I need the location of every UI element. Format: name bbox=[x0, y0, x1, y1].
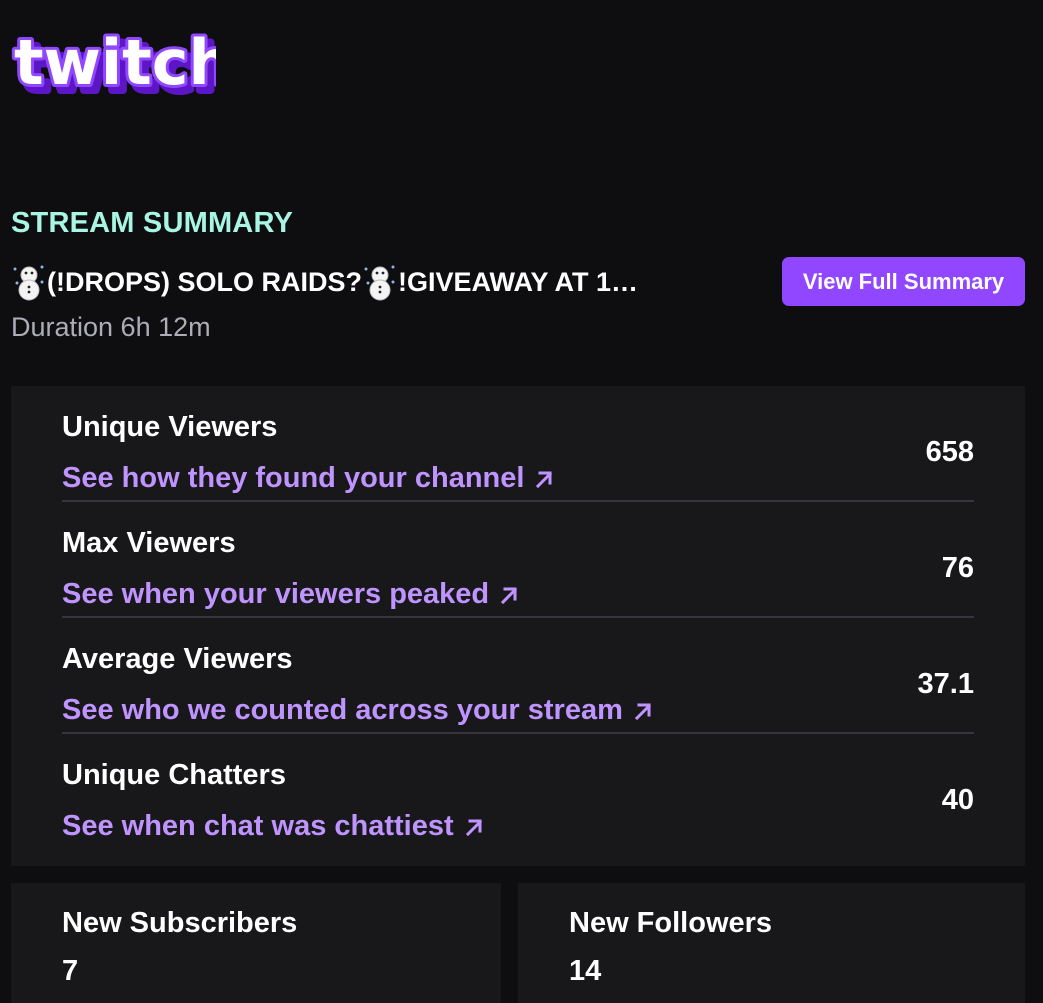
stat-link-label: See how they found your channel bbox=[62, 462, 525, 494]
stat-link-label: See when your viewers peaked bbox=[62, 578, 490, 610]
view-full-summary-button[interactable]: View Full Summary bbox=[782, 257, 1025, 306]
arrow-up-right-icon bbox=[501, 587, 518, 604]
stream-summary-page: twitch twitch STREAM SUMMARY (!DROPS) SO… bbox=[0, 0, 1043, 1003]
stat-link-unique-chatters[interactable]: See when chat was chattiest bbox=[62, 810, 486, 843]
twitch-logo: twitch twitch bbox=[11, 32, 216, 108]
stat-label: Average Viewers bbox=[62, 643, 293, 675]
snowman-icon bbox=[13, 265, 44, 301]
arrow-up-right-icon bbox=[634, 703, 651, 720]
card-value: 14 bbox=[569, 955, 602, 987]
arrow-up-right-icon bbox=[536, 471, 553, 488]
stat-row-unique-chatters: Unique Chatters See when chat was chatti… bbox=[62, 734, 974, 850]
card-value: 7 bbox=[62, 955, 79, 987]
card-label: New Followers bbox=[569, 907, 773, 939]
stat-link-label: See who we counted across your stream bbox=[62, 694, 623, 726]
stat-link-max-viewers[interactable]: See when your viewers peaked bbox=[62, 578, 521, 611]
stat-row-unique-viewers: Unique Viewers See how they found your c… bbox=[62, 386, 974, 502]
stream-title-part-1: (!DROPS) SOLO RAIDS? bbox=[47, 266, 362, 297]
stat-label: Max Viewers bbox=[62, 527, 236, 559]
stream-title-part-2: !GIVEAWAY AT 1… bbox=[398, 266, 639, 297]
stats-card: Unique Viewers See how they found your c… bbox=[11, 386, 1025, 866]
stat-link-unique-viewers[interactable]: See how they found your channel bbox=[62, 462, 556, 495]
stream-title: (!DROPS) SOLO RAIDS? !GIVEAWAY AT 1… bbox=[11, 263, 751, 301]
stream-duration: Duration 6h 12m bbox=[11, 312, 211, 342]
card-label: New Subscribers bbox=[62, 907, 298, 939]
section-title: STREAM SUMMARY bbox=[11, 207, 294, 239]
new-subscribers-card: New Subscribers 7 bbox=[11, 883, 501, 1003]
stat-value: 658 bbox=[925, 436, 974, 468]
stat-row-max-viewers: Max Viewers See when your viewers peaked… bbox=[62, 502, 974, 618]
stat-link-average-viewers[interactable]: See who we counted across your stream bbox=[62, 694, 655, 727]
new-followers-card: New Followers 14 bbox=[518, 883, 1025, 1003]
svg-text:twitch: twitch bbox=[14, 32, 216, 99]
stat-value: 76 bbox=[941, 552, 974, 584]
stat-link-label: See when chat was chattiest bbox=[62, 810, 454, 842]
stat-label: Unique Viewers bbox=[62, 411, 278, 443]
stat-value: 37.1 bbox=[917, 668, 974, 700]
stat-row-average-viewers: Average Viewers See who we counted acros… bbox=[62, 618, 974, 734]
snowman-icon bbox=[364, 265, 395, 301]
arrow-up-right-icon bbox=[465, 819, 482, 836]
stat-value: 40 bbox=[941, 784, 974, 816]
stat-label: Unique Chatters bbox=[62, 759, 286, 791]
